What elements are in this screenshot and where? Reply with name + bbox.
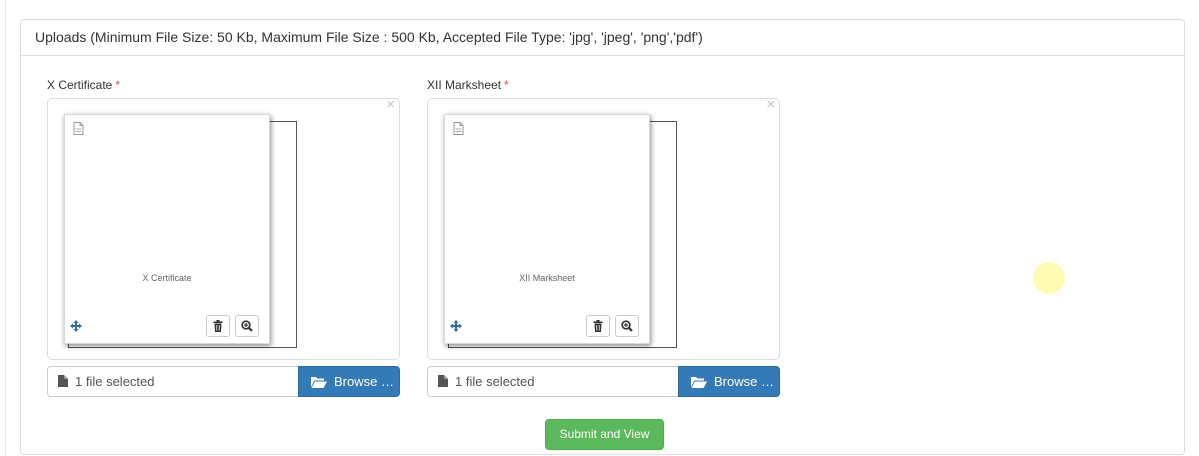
- x-certificate-thumbnail: X Certificate: [64, 114, 270, 344]
- file-icon: [438, 375, 448, 387]
- required-asterisk: *: [504, 78, 509, 92]
- page-divider: [5, 0, 6, 456]
- thumbnail-caption: XII Marksheet: [519, 273, 575, 283]
- x-certificate-file-input: 1 file selected Browse …: [47, 366, 400, 397]
- thumbnail-caption: X Certificate: [142, 273, 192, 283]
- move-icon[interactable]: [70, 320, 82, 332]
- submit-and-view-button[interactable]: Submit and View: [545, 419, 664, 450]
- file-icon: [58, 375, 68, 387]
- trash-icon: [213, 320, 223, 332]
- move-icon[interactable]: [450, 320, 462, 332]
- browse-label: Browse …: [334, 374, 394, 389]
- file-icon: [73, 122, 84, 135]
- browse-label: Browse …: [714, 374, 774, 389]
- xii-marksheet-file-input: 1 file selected Browse …: [427, 366, 780, 397]
- x-certificate-label-text: X Certificate: [47, 78, 113, 92]
- remove-file-button[interactable]: [586, 315, 610, 337]
- folder-open-icon: [691, 377, 707, 388]
- file-caption[interactable]: 1 file selected: [427, 366, 679, 397]
- panel-heading: Uploads (Minimum File Size: 50 Kb, Maxim…: [21, 20, 1184, 56]
- x-certificate-label: X Certificate *: [47, 78, 120, 92]
- zoom-in-icon: [241, 320, 253, 332]
- zoom-button[interactable]: [235, 315, 259, 337]
- folder-open-icon: [311, 377, 327, 388]
- remove-file-button[interactable]: [206, 315, 230, 337]
- trash-icon: [593, 320, 603, 332]
- zoom-in-icon: [621, 320, 633, 332]
- required-asterisk: *: [115, 78, 121, 92]
- file-status-text: 1 file selected: [75, 374, 155, 389]
- xii-marksheet-label-text: XII Marksheet: [427, 78, 502, 92]
- file-status-text: 1 file selected: [455, 374, 535, 389]
- x-certificate-preview: × X Certificate: [47, 97, 400, 360]
- close-icon[interactable]: ×: [386, 97, 395, 113]
- xii-marksheet-preview: × XII Marksheet: [427, 97, 780, 360]
- close-icon[interactable]: ×: [766, 97, 775, 113]
- file-caption[interactable]: 1 file selected: [47, 366, 299, 397]
- file-icon: [453, 122, 464, 135]
- cursor-highlight: [1033, 262, 1065, 294]
- browse-button[interactable]: Browse …: [298, 366, 400, 397]
- xii-marksheet-thumbnail: XII Marksheet: [444, 114, 650, 344]
- zoom-button[interactable]: [615, 315, 639, 337]
- browse-button[interactable]: Browse …: [678, 366, 780, 397]
- xii-marksheet-label: XII Marksheet *: [427, 78, 509, 92]
